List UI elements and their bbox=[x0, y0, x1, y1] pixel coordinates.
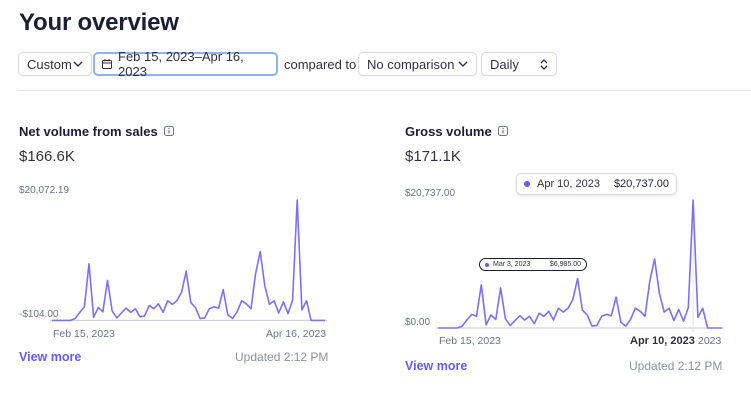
tooltip-date: Apr 10, 2023 bbox=[537, 178, 600, 190]
gross-volume-updated-text: Updated 2:12 PM bbox=[629, 359, 723, 373]
secondary-tooltip-date: Mar 3, 2023 bbox=[493, 261, 531, 268]
secondary-chart-tooltip: Mar 3, 2023 $6,985.00 bbox=[479, 258, 587, 271]
gross-volume-x-hover-label: Apr 10, 2023 bbox=[630, 335, 695, 347]
gross-volume-line-chart[interactable] bbox=[0, 0, 751, 418]
gross-volume-view-more-link[interactable]: View more bbox=[405, 359, 467, 373]
series-dot-icon bbox=[485, 262, 489, 267]
series-dot-icon bbox=[524, 181, 530, 187]
chart-tooltip: Apr 10, 2023 $20,737.00 bbox=[516, 173, 677, 195]
gross-volume-x-end-label: 2023 bbox=[698, 335, 722, 347]
secondary-tooltip-value: $6,985.00 bbox=[549, 261, 581, 268]
gross-volume-x-start-label: Feb 15, 2023 bbox=[439, 335, 501, 347]
tooltip-value: $20,737.00 bbox=[613, 178, 669, 190]
